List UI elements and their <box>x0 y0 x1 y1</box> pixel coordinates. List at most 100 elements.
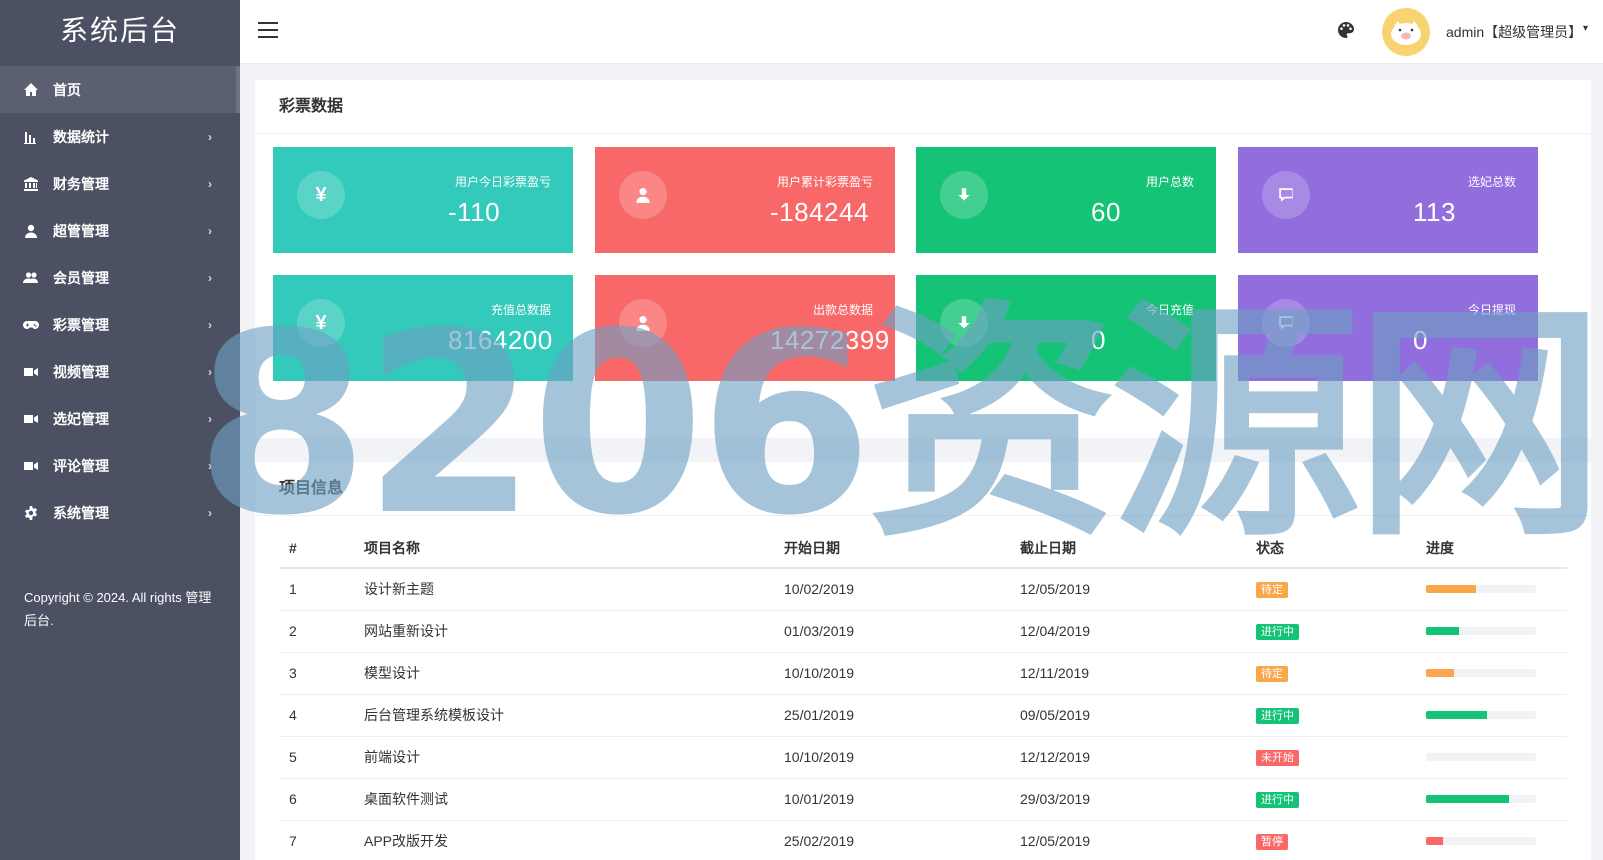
cell-name: APP改版开发 <box>364 820 784 860</box>
video-camera-icon <box>22 410 40 428</box>
chevron-right-icon: › <box>208 505 212 520</box>
sidebar-item-6[interactable]: 视频管理 › <box>0 348 240 395</box>
bank-icon <box>22 175 40 193</box>
column-header: 截止日期 <box>1020 528 1256 569</box>
table-row: 6 桌面软件测试 10/01/2019 29/03/2019 进行中 <box>279 778 1567 821</box>
video-camera-icon <box>22 363 40 381</box>
stat-label: 用户总数 <box>1145 175 1194 189</box>
palette-icon[interactable] <box>1336 20 1356 40</box>
sidebar-item-label: 会员管理 <box>53 269 109 286</box>
cell-status: 未开始 <box>1256 736 1426 779</box>
progress-bar <box>1426 627 1536 635</box>
cell-status: 待定 <box>1256 652 1426 695</box>
status-badge: 进行中 <box>1256 624 1299 640</box>
cell-end: 29/03/2019 <box>1020 778 1256 821</box>
sidebar-item-8[interactable]: 评论管理 › <box>0 442 240 489</box>
cell-name: 设计新主题 <box>364 568 784 611</box>
progress-bar <box>1426 711 1536 719</box>
stat-value: 14272399 <box>770 325 890 355</box>
progress-fill <box>1426 837 1443 845</box>
user-icon <box>619 299 667 347</box>
user-icon <box>22 222 40 240</box>
table-row: 1 设计新主题 10/02/2019 12/05/2019 待定 <box>279 568 1567 611</box>
stat-value: 0 <box>1413 325 1428 355</box>
chevron-right-icon: › <box>208 411 212 426</box>
sidebar-item-3[interactable]: 超管管理 › <box>0 207 240 254</box>
stat-card: ¥ 充值总数据 8164200 <box>273 275 573 381</box>
cell-start: 10/10/2019 <box>784 736 1020 779</box>
cell-start: 10/02/2019 <box>784 568 1020 611</box>
brand-title: 系统后台 <box>59 14 180 47</box>
sidebar-item-1[interactable]: 数据统计 › <box>0 113 240 160</box>
stat-card: 用户总数 60 <box>916 147 1216 253</box>
stat-label: 用户今日彩票盈亏 <box>454 175 551 189</box>
chevron-right-icon: › <box>208 317 212 332</box>
sidebar-item-5[interactable]: 彩票管理 › <box>0 301 240 348</box>
sidebar-item-0[interactable]: 首页 <box>0 66 240 113</box>
chevron-right-icon: › <box>208 223 212 238</box>
cell-end: 12/04/2019 <box>1020 610 1256 653</box>
progress-fill <box>1426 711 1487 719</box>
status-badge: 进行中 <box>1256 792 1299 808</box>
cell-status: 进行中 <box>1256 694 1426 737</box>
stat-card: 今日提现 0 <box>1238 275 1538 381</box>
column-header: 状态 <box>1256 528 1426 569</box>
progress-fill <box>1426 627 1459 635</box>
cell-status: 进行中 <box>1256 610 1426 653</box>
download-icon <box>940 299 988 347</box>
status-badge: 待定 <box>1256 666 1288 682</box>
sidebar-item-7[interactable]: 选妃管理 › <box>0 395 240 442</box>
gear-icon <box>22 504 40 522</box>
progress-bar <box>1426 795 1536 803</box>
cell-name: 网站重新设计 <box>364 610 784 653</box>
download-icon <box>940 171 988 219</box>
sidebar-item-label: 财务管理 <box>53 175 109 192</box>
gamepad-icon <box>22 316 40 334</box>
menu-toggle-icon[interactable] <box>258 22 278 38</box>
column-header: 进度 <box>1426 528 1567 569</box>
stat-card: 今日充值 0 <box>916 275 1216 381</box>
caret-down-icon[interactable]: ▾ <box>1583 23 1588 34</box>
cell-id: 5 <box>279 736 364 779</box>
cell-id: 3 <box>279 652 364 695</box>
cell-progress <box>1426 694 1567 737</box>
chevron-right-icon: › <box>208 129 212 144</box>
sidebar-item-4[interactable]: 会员管理 › <box>0 254 240 301</box>
cell-progress <box>1426 736 1567 779</box>
cell-id: 1 <box>279 568 364 611</box>
yen-icon: ¥ <box>297 299 345 347</box>
table-row: 3 模型设计 10/10/2019 12/11/2019 待定 <box>279 652 1567 695</box>
progress-bar <box>1426 585 1536 594</box>
copyright: Copyright © 2024. All rights 管理后台. <box>24 590 212 628</box>
sidebar-item-2[interactable]: 财务管理 › <box>0 160 240 207</box>
chevron-right-icon: › <box>208 364 212 379</box>
panel-title: 彩票数据 <box>255 80 1591 134</box>
avatar[interactable] <box>1382 8 1430 56</box>
status-badge: 未开始 <box>1256 750 1299 766</box>
table-row: 7 APP改版开发 25/02/2019 12/05/2019 暂停 <box>279 820 1567 860</box>
progress-bar <box>1426 669 1536 677</box>
sidebar-item-label: 视频管理 <box>53 363 109 380</box>
stat-card: 选妃总数 113 <box>1238 147 1538 253</box>
column-header: 项目名称 <box>364 528 784 569</box>
cell-name: 桌面软件测试 <box>364 778 784 821</box>
cell-id: 7 <box>279 820 364 860</box>
sidebar-item-label: 数据统计 <box>53 128 109 145</box>
stat-value: 8164200 <box>448 325 553 355</box>
table-row: 5 前端设计 10/10/2019 12/12/2019 未开始 <box>279 736 1567 779</box>
cell-progress <box>1426 568 1567 611</box>
cell-start: 25/01/2019 <box>784 694 1020 737</box>
cell-start: 10/10/2019 <box>784 652 1020 695</box>
cell-name: 后台管理系统模板设计 <box>364 694 784 737</box>
table-header-row: # 项目名称 开始日期 截止日期 状态 进度 <box>279 528 1567 569</box>
top-header: admin【超级管理员】 ▾ <box>240 0 1603 64</box>
sidebar-item-9[interactable]: 系统管理 › <box>0 489 240 536</box>
chevron-right-icon: › <box>208 176 212 191</box>
stat-value: 113 <box>1413 197 1456 227</box>
stat-label: 选妃总数 <box>1467 175 1516 189</box>
status-badge: 暂停 <box>1256 834 1288 850</box>
user-name[interactable]: admin【超级管理员】 <box>1446 22 1582 42</box>
stat-card: 出款总数据 14272399 <box>595 275 895 381</box>
stat-card: ¥ 用户今日彩票盈亏 -110 <box>273 147 573 253</box>
cell-id: 6 <box>279 778 364 821</box>
